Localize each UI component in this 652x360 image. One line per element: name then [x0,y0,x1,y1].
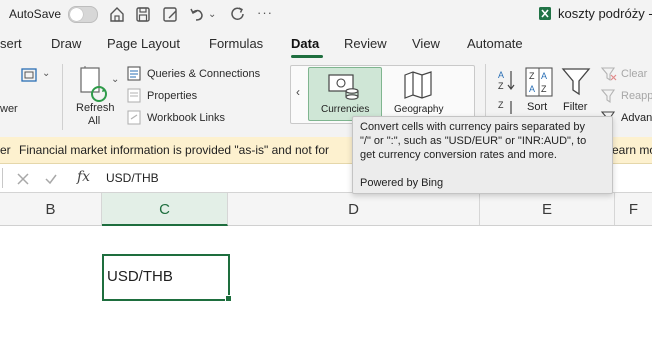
selected-cell-c[interactable]: USD/THB [102,254,230,301]
filter-label[interactable]: Filter [563,101,587,113]
confirm-edit-icon[interactable] [44,172,58,186]
advanced-button[interactable]: Advan [621,112,652,124]
cell-value: USD/THB [107,268,173,285]
reapply-button[interactable]: Reapp [621,90,652,102]
filter-funnel-icon[interactable] [561,66,591,98]
column-header-d[interactable]: D [228,193,480,225]
more-options-icon[interactable]: ··· [257,5,273,20]
currency-icon [328,74,359,100]
svg-text:A: A [498,70,504,80]
properties-button[interactable]: Properties [147,90,197,102]
tab-formulas[interactable]: Formulas [209,36,263,51]
svg-text:A: A [529,84,535,94]
refresh-all-label-1: Refresh [76,102,115,114]
queries-connections-icon[interactable] [127,66,142,82]
gallery-scroll-left-icon[interactable]: ‹ [296,85,300,99]
tooltip-line-3: get currency conversion rates and more. [360,149,557,161]
home-icon[interactable] [108,5,126,23]
dropdown-chevron-icon[interactable]: ⌄ [42,68,50,79]
tab-automate[interactable]: Automate [467,36,523,51]
insert-function-icon[interactable]: fx [77,169,90,185]
column-header-c[interactable]: C [102,193,228,226]
autosave-label: AutoSave [9,7,62,21]
formula-input[interactable]: USD/THB [106,171,159,185]
tab-page-layout[interactable]: Page Layout [107,36,180,51]
tooltip-line-2: "/" or ":", such as "USD/EUR" or "INR:AU… [360,135,587,147]
column-header-e[interactable]: E [480,193,615,225]
document-title: koszty podróży - [558,6,652,21]
refresh-dropdown-chevron-icon[interactable]: ⌄ [111,74,119,85]
queries-connections-button[interactable]: Queries & Connections [147,68,260,80]
ribbon-tabs: sert Draw Page Layout Formulas Data Revi… [0,28,652,58]
excel-file-icon [539,7,551,20]
refresh-all-icon[interactable] [77,66,111,104]
title-bar: AutoSave ⌄ ··· koszty podróży - [0,0,652,28]
tooltip-powered-by: Powered by Bing [360,177,444,189]
column-header-b[interactable]: B [0,193,102,225]
group-divider [62,64,63,130]
svg-text:A: A [541,71,547,81]
currencies-tooltip: Convert cells with currency pairs separa… [352,116,613,194]
tab-insert[interactable]: sert [0,36,22,51]
properties-icon [127,88,141,103]
currencies-label: Currencies [321,104,370,115]
svg-text:Z: Z [529,71,535,81]
tab-view[interactable]: View [412,36,440,51]
column-header-f[interactable]: F [615,193,652,225]
reapply-icon [600,89,616,104]
autosave-toggle[interactable] [68,6,98,23]
clear-button[interactable]: Clear [621,68,647,80]
geography-map-icon[interactable] [402,70,434,100]
sort-a-to-z-icon[interactable]: A Z [497,68,517,92]
info-bar-message: Financial market information is provided… [19,143,329,157]
redo-icon[interactable] [229,5,247,23]
svg-text:Z: Z [498,81,504,91]
tab-data[interactable]: Data [291,36,319,51]
refresh-all-label-2: All [88,115,101,127]
save-icon[interactable] [134,5,152,23]
save-as-icon[interactable] [161,5,179,23]
svg-text:Z: Z [498,100,504,110]
undo-dropdown-chevron-icon[interactable]: ⌄ [208,9,216,20]
sort-icon[interactable]: Z A A Z [524,66,554,98]
fill-handle[interactable] [225,295,232,302]
sort-z-to-a-icon[interactable]: Z [497,98,517,116]
tab-draw[interactable]: Draw [51,36,81,51]
geography-label[interactable]: Geography [394,104,443,115]
clear-filter-icon [600,67,617,82]
svg-text:Z: Z [541,84,547,94]
name-box[interactable] [0,168,3,188]
workbook-links-icon [127,110,141,125]
tooltip-line-1: Convert cells with currency pairs separa… [360,121,585,133]
undo-icon[interactable] [188,5,206,23]
info-bar-prefix: er [0,143,11,157]
tab-review[interactable]: Review [344,36,387,51]
cancel-edit-icon[interactable] [16,172,30,186]
worksheet-grid[interactable] [0,226,652,360]
partial-group-label[interactable]: wer [0,103,18,115]
data-from-picture-icon[interactable] [20,66,40,84]
sort-label[interactable]: Sort [527,101,547,113]
workbook-links-button[interactable]: Workbook Links [147,112,225,124]
learn-more-link[interactable]: earn mo [612,143,652,157]
